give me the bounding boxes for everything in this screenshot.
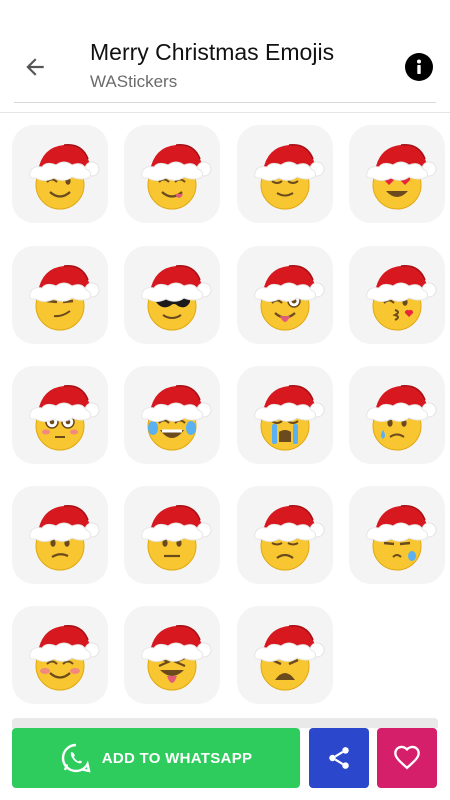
sticker-item[interactable] [349, 366, 445, 464]
wink-emoji-icon [29, 144, 100, 210]
sticker-item[interactable] [237, 125, 333, 223]
info-button[interactable] [405, 53, 433, 81]
add-to-whatsapp-label: ADD TO WHATSAPP [101, 749, 253, 767]
info-icon [417, 59, 421, 74]
sticker-item[interactable] [12, 246, 108, 344]
smirk-emoji-icon [29, 265, 100, 331]
add-to-whatsapp-button[interactable]: ADD TO WHATSAPP [12, 728, 300, 788]
tired-emoji-icon [254, 625, 325, 691]
worried-emoji-icon [366, 385, 437, 451]
sleepy-emoji-icon [366, 505, 437, 571]
yum-emoji-icon [141, 144, 212, 210]
relieved-emoji-icon [254, 144, 325, 210]
tongue-squint-emoji-icon [141, 625, 212, 691]
sticker-item[interactable] [12, 366, 108, 464]
kiss-emoji-icon [366, 265, 437, 331]
page-title: Merry Christmas Emojis [90, 39, 335, 65]
heart-icon [394, 745, 420, 770]
sticker-item[interactable] [237, 486, 333, 584]
status-bar [0, 0, 450, 28]
sticker-item[interactable] [124, 246, 220, 344]
header-divider [14, 102, 436, 103]
sticker-item[interactable] [349, 486, 445, 584]
app-header: Merry Christmas Emojis WAStickers [0, 28, 450, 102]
flushed-emoji-icon [29, 385, 100, 451]
whatsapp-icon [61, 743, 91, 773]
blush-emoji-icon [29, 625, 100, 691]
share-button[interactable] [309, 728, 369, 788]
sticker-item[interactable] [237, 246, 333, 344]
arrow-back-icon [26, 58, 44, 76]
sticker-item[interactable] [12, 125, 108, 223]
back-button[interactable] [18, 50, 52, 84]
sunglasses-emoji-icon [141, 265, 212, 331]
bottom-bar-edge [12, 718, 438, 728]
sticker-item[interactable] [237, 606, 333, 704]
sticker-item[interactable] [237, 366, 333, 464]
sticker-item[interactable] [12, 486, 108, 584]
share-icon [329, 747, 349, 769]
sticker-item[interactable] [12, 606, 108, 704]
sob-emoji-icon [254, 385, 325, 451]
sticker-item[interactable] [124, 606, 220, 704]
favorite-button[interactable] [377, 728, 437, 788]
grid-divider [0, 112, 450, 113]
page-subtitle: WAStickers [90, 72, 178, 91]
disappointed-emoji-icon [254, 505, 325, 571]
sticker-item[interactable] [124, 366, 220, 464]
sticker-item[interactable] [124, 486, 220, 584]
heart-eyes-emoji-icon [366, 144, 437, 210]
sticker-item[interactable] [124, 125, 220, 223]
neutral-emoji-icon [141, 505, 212, 571]
joy-emoji-icon [141, 385, 212, 451]
sticker-item[interactable] [349, 246, 445, 344]
sticker-item[interactable] [349, 125, 445, 223]
zany-emoji-icon [254, 265, 325, 331]
confused-emoji-icon [29, 505, 100, 571]
